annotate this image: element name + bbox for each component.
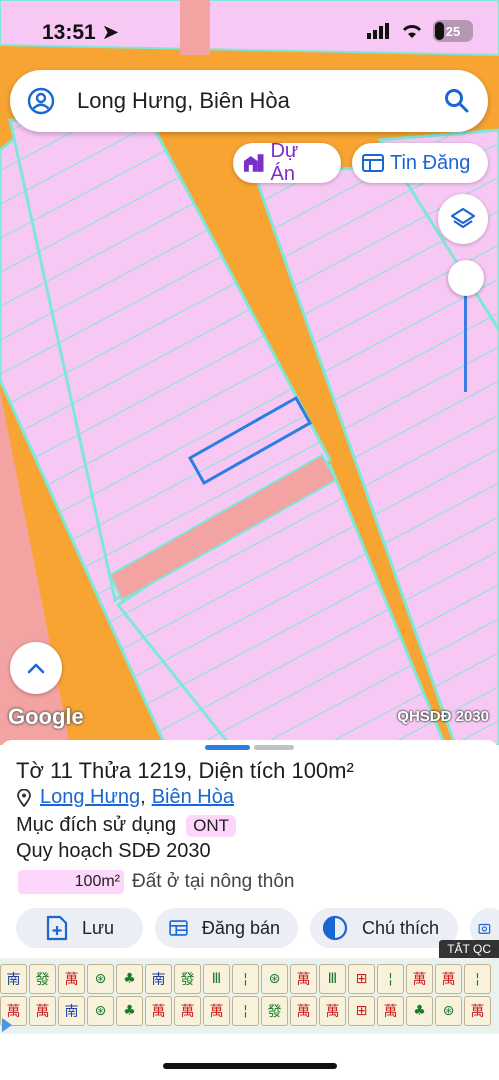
search-bar[interactable]: Long Hưng, Biên Hòa — [10, 70, 488, 132]
chip-du-an[interactable]: Dự Án — [233, 140, 341, 185]
chip-tin-dang[interactable]: Tin Đăng — [352, 143, 488, 183]
mahjong-tile: 萬 — [174, 996, 201, 1026]
ad-choices-icon[interactable] — [2, 1018, 12, 1032]
layer-label: QHSDĐ 2030 — [397, 708, 489, 725]
mahjong-tile: 發 — [261, 996, 288, 1026]
mahjong-tile: 萬 — [290, 996, 317, 1026]
mahjong-tile: 南 — [0, 964, 27, 994]
home-indicator[interactable] — [163, 1063, 337, 1069]
status-time: 13:51 ➤ — [42, 20, 119, 45]
ad-tile-row-bottom: 萬 萬 南 ⊛ ♣ 萬 萬 萬 ¦ 發 萬 萬 ⊞ 萬 ♣ ⊛ 萬 — [0, 996, 491, 1026]
info-sheet: Tờ 11 Thửa 1219, Diện tích 100m² Long Hư… — [0, 740, 499, 960]
sell-button[interactable]: Đăng bán — [155, 908, 298, 948]
account-icon[interactable] — [27, 87, 55, 115]
location-pin-icon — [17, 788, 31, 807]
to-value: 11 — [50, 758, 73, 783]
battery-icon: 25 — [433, 20, 473, 42]
mahjong-tile: ¦ — [232, 964, 259, 994]
opacity-slider[interactable] — [448, 260, 484, 396]
mahjong-tile: ¦ — [464, 964, 491, 994]
mahjong-tile: 萬 — [319, 996, 346, 1026]
expand-button[interactable] — [10, 642, 62, 694]
save-label: Lưu — [82, 917, 115, 938]
add-file-icon — [46, 915, 68, 941]
ad-tile-row-top: 南 發 萬 ⊛ ♣ 南 發 Ⅲ ¦ ⊛ 萬 Ⅲ ⊞ ¦ 萬 萬 ¦ — [0, 964, 491, 994]
thua-label: Thửa — [78, 758, 132, 783]
area-value: 100m² — [291, 758, 354, 783]
mahjong-tile: Ⅲ — [319, 964, 346, 994]
mahjong-tile: ⊞ — [348, 996, 375, 1026]
ad-banner[interactable]: 南 發 萬 ⊛ ♣ 南 發 Ⅲ ¦ ⊛ 萬 Ⅲ ⊞ ¦ 萬 萬 ¦ 萬 萬 南 … — [0, 958, 499, 1034]
status-bar: 13:51 ➤ 25 — [0, 0, 499, 62]
parcel-title: Tờ 11 Thửa 1219, Diện tích 100m² — [16, 758, 354, 784]
area-label: , Diện tích — [186, 758, 286, 783]
sell-label: Đăng bán — [201, 917, 280, 938]
legend-label: Chú thích — [362, 917, 440, 938]
chevron-up-icon — [27, 663, 45, 674]
mahjong-tile: 發 — [29, 964, 56, 994]
mahjong-tile: 萬 — [464, 996, 491, 1026]
mahjong-tile: ⊞ — [348, 964, 375, 994]
mahjong-tile: Ⅲ — [203, 964, 230, 994]
mahjong-tile: ⊛ — [435, 996, 462, 1026]
legend-button[interactable]: Chú thích — [310, 908, 458, 948]
plan-area-row: 100m² Đất ở tại nông thôn — [18, 870, 294, 894]
mahjong-tile: 萬 — [290, 964, 317, 994]
search-input[interactable]: Long Hưng, Biên Hòa — [77, 88, 444, 114]
mahjong-tile: ¦ — [232, 996, 259, 1026]
mahjong-tile: 發 — [174, 964, 201, 994]
mahjong-tile: ♣ — [116, 964, 143, 994]
mahjong-tile: 萬 — [435, 964, 462, 994]
mahjong-tile: 萬 — [58, 964, 85, 994]
contrast-icon — [322, 915, 348, 941]
mahjong-tile: ⊛ — [87, 964, 114, 994]
mahjong-tile: 南 — [58, 996, 85, 1026]
purpose-row: Mục đích sử dụng ONT — [16, 814, 237, 837]
ad-close-button[interactable]: TẮT QC — [439, 940, 499, 958]
time-text: 13:51 — [42, 21, 96, 44]
mahjong-tile: 南 — [145, 964, 172, 994]
location-arrow-icon: ➤ — [101, 21, 120, 44]
building-icon — [243, 154, 264, 172]
mahjong-tile: ⊛ — [261, 964, 288, 994]
mahjong-tile: 萬 — [406, 964, 433, 994]
location-separator: , — [140, 786, 146, 808]
battery-text: 25 — [445, 23, 461, 39]
chip-du-an-label: Dự Án — [270, 140, 299, 185]
search-icon[interactable] — [444, 88, 470, 114]
plan-label: Quy hoạch SDĐ 2030 — [16, 840, 211, 862]
ward-link[interactable]: Long Hưng — [40, 786, 140, 809]
add-photo-icon — [478, 923, 491, 934]
table-icon — [169, 920, 188, 936]
signal-icon — [367, 23, 389, 39]
city-link[interactable]: Biên Hòa — [152, 786, 234, 809]
mahjong-tile: ♣ — [116, 996, 143, 1026]
mahjong-tile: 萬 — [145, 996, 172, 1026]
mahjong-tile: ¦ — [377, 964, 404, 994]
mahjong-tile: 萬 — [377, 996, 404, 1026]
purpose-code-badge: ONT — [186, 814, 237, 837]
plan-description: Đất ở tại nông thôn — [132, 871, 295, 892]
mahjong-tile: ⊛ — [87, 996, 114, 1026]
google-logo: Google — [8, 704, 84, 729]
mahjong-tile: 萬 — [29, 996, 56, 1026]
sheet-handle-active[interactable] — [205, 745, 250, 750]
purpose-label: Mục đích sử dụng — [16, 814, 177, 836]
mahjong-tile: 萬 — [203, 996, 230, 1026]
layers-button[interactable] — [438, 194, 488, 244]
layers-icon — [450, 207, 476, 229]
action-bar: Lưu Đăng bán Chú thích — [16, 908, 499, 948]
plan-area-swatch: 100m² — [18, 870, 124, 894]
wifi-icon — [402, 25, 422, 38]
save-button[interactable]: Lưu — [16, 908, 143, 948]
thua-value: 1219 — [137, 758, 187, 783]
slider-knob[interactable] — [448, 260, 484, 296]
sheet-handle[interactable] — [254, 745, 294, 750]
status-icons: 25 — [367, 20, 473, 42]
location-row: Long Hưng, Biên Hòa — [16, 786, 234, 809]
listing-icon — [362, 154, 384, 172]
to-label: Tờ — [16, 758, 44, 783]
mahjong-tile: ♣ — [406, 996, 433, 1026]
chip-tin-dang-label: Tin Đăng — [390, 151, 471, 174]
